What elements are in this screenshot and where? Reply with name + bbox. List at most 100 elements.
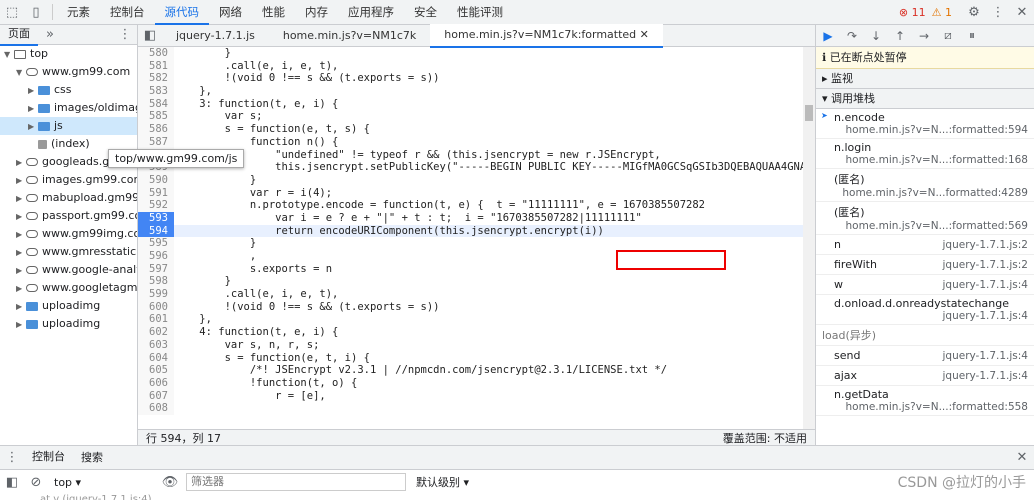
line-number[interactable]: 603 [138, 338, 174, 352]
tab-memory[interactable]: 内存 [295, 0, 338, 25]
code-line[interactable]: 595 } [138, 237, 815, 251]
error-count[interactable]: ⊗ 11 [899, 6, 926, 19]
gear-icon[interactable]: ⚙ [962, 1, 986, 25]
eye-icon[interactable]: 👁 [158, 470, 182, 494]
clear-console-icon[interactable]: ⊘ [24, 470, 48, 494]
expand-triangle-icon[interactable]: ▼ [4, 46, 14, 63]
line-number[interactable]: 582 [138, 72, 174, 86]
line-number[interactable]: 598 [138, 275, 174, 289]
frame-location[interactable]: jquery-1.7.1.js:2 [943, 239, 1029, 251]
line-number[interactable]: 597 [138, 262, 174, 276]
close-tab-icon[interactable]: ✕ [640, 28, 649, 41]
tab-sources[interactable]: 源代码 [154, 0, 209, 25]
line-number[interactable]: 605 [138, 364, 174, 377]
expand-triangle-icon[interactable]: ▶ [28, 82, 38, 99]
tree-item[interactable]: ▶ www.google-analyt [0, 261, 137, 279]
line-number[interactable]: 606 [138, 376, 174, 390]
line-number[interactable]: 608 [138, 402, 174, 415]
frame-location[interactable]: home.min.js?v=N...:formatted:594 [834, 124, 1028, 136]
code-line[interactable]: 594 return encodeURIComponent(this.jsenc… [138, 224, 815, 238]
drawer-menu-icon[interactable]: ⋮ [0, 446, 24, 470]
line-number[interactable]: 580 [138, 47, 174, 60]
code-line[interactable]: 591 var r = i(4); [138, 186, 815, 200]
callstack-section[interactable]: ▾ 调用堆栈 [816, 89, 1034, 109]
code-line[interactable]: 586 s = function(e, t, s) { [138, 123, 815, 136]
tab-lighthouse[interactable]: 性能评测 [447, 0, 513, 25]
tab-console[interactable]: 控制台 [100, 0, 155, 25]
scroll-thumb[interactable] [805, 105, 813, 121]
line-number[interactable]: 591 [138, 186, 174, 200]
expand-triangle-icon[interactable]: ▶ [16, 262, 26, 279]
frame-location[interactable]: home.min.js?v=N...formatted:4289 [834, 187, 1028, 199]
frame-location[interactable]: jquery-1.7.1.js:2 [943, 259, 1029, 271]
step-icon[interactable]: → [912, 29, 936, 43]
frame-location[interactable]: jquery-1.7.1.js:4 [943, 350, 1029, 362]
code-line[interactable]: 590 } [138, 173, 815, 187]
callstack-frame[interactable]: send jquery-1.7.1.js:4 [816, 346, 1034, 366]
expand-triangle-icon[interactable]: ▶ [16, 280, 26, 297]
tree-item[interactable]: ▶ css [0, 81, 137, 99]
code-lines[interactable]: 580 } 581 .call(e, i, e, t), 582 !(void 0 … [138, 47, 815, 429]
line-number[interactable]: 586 [138, 123, 174, 136]
code-line[interactable]: 593 var i = e ? e + "|" + t : t; i = "16… [138, 211, 815, 225]
callstack-frame[interactable]: ajax jquery-1.7.1.js:4 [816, 366, 1034, 386]
callstack-frame[interactable]: n.getData home.min.js?v=N...:formatted:55… [816, 386, 1034, 416]
step-into-icon[interactable]: ↓ [864, 29, 888, 43]
resume-icon[interactable]: ▶ [816, 29, 840, 43]
code-line[interactable]: 585 var s; [138, 110, 815, 124]
more-options-icon[interactable]: ⋮ [986, 1, 1010, 25]
toggle-navigator-icon[interactable]: ◧ [138, 24, 162, 48]
tab-security[interactable]: 安全 [404, 0, 447, 25]
callstack-frame[interactable]: (匿名) home.min.js?v=N...:formatted:569 [816, 202, 1034, 235]
expand-triangle-icon[interactable]: ▶ [16, 154, 26, 171]
tab-application[interactable]: 应用程序 [338, 0, 404, 25]
line-number[interactable]: 592 [138, 199, 174, 212]
expand-triangle-icon[interactable]: ▶ [16, 172, 26, 189]
filter-input[interactable] [186, 473, 406, 491]
pause-on-exceptions-icon[interactable]: ⏸ [960, 28, 984, 43]
frame-location[interactable]: jquery-1.7.1.js:4 [943, 370, 1029, 382]
callstack-frame[interactable]: n jquery-1.7.1.js:2 [816, 235, 1034, 255]
code-line[interactable]: 580 } [138, 47, 815, 60]
frame-location[interactable]: home.min.js?v=N...:formatted:558 [834, 401, 1028, 413]
code-line[interactable]: 583 }, [138, 85, 815, 98]
tab-elements[interactable]: 元素 [57, 0, 100, 25]
line-number[interactable]: 599 [138, 288, 174, 301]
expand-triangle-icon[interactable]: ▶ [16, 226, 26, 243]
code-line[interactable]: 599 .call(e, i, e, t), [138, 288, 815, 301]
tree-item[interactable]: ▶ passport.gm99.com [0, 207, 137, 225]
tree-item[interactable]: ▶ images/oldimage [0, 99, 137, 117]
tree-item[interactable]: ▶ mabupload.gm99.c [0, 189, 137, 207]
expand-triangle-icon[interactable]: ▶ [16, 244, 26, 261]
code-line[interactable]: 584 3: function(t, e, i) { [138, 97, 815, 111]
line-number[interactable]: 584 [138, 97, 174, 111]
callstack-frame[interactable]: d.onload.d.onreadystatechange jquery-1.7.… [816, 295, 1034, 325]
tree-item[interactable]: ▶ js [0, 117, 137, 135]
code-line[interactable]: 598 } [138, 275, 815, 289]
line-number[interactable]: 587 [138, 135, 174, 149]
tree-item[interactable]: ▶ uploadimg [0, 297, 137, 315]
more-options-icon[interactable]: ⋮ [113, 23, 137, 47]
frame-location[interactable]: home.min.js?v=N...:formatted:168 [834, 154, 1028, 166]
code-line[interactable]: 605 /*! JSEncrypt v2.3.1 | //npmcdn.com/… [138, 364, 815, 377]
tree-item[interactable]: ▶ www.googletagma [0, 279, 137, 297]
warning-count[interactable]: ⚠ 1 [932, 6, 952, 19]
editor-tab-active[interactable]: home.min.js?v=NM1c7k:formatted ✕ [430, 23, 663, 48]
tree-item[interactable]: ▶ images.gm99.com [0, 171, 137, 189]
callstack-frame[interactable]: n.encodehome.min.js?v=N...:formatted:594 [816, 109, 1034, 139]
editor-tab[interactable]: jquery-1.7.1.js [162, 25, 269, 47]
watch-section[interactable]: ▸ 监视 [816, 69, 1034, 89]
tab-performance[interactable]: 性能 [252, 0, 295, 25]
callstack-frame[interactable]: n.login home.min.js?v=N...:formatted:168 [816, 139, 1034, 169]
line-number[interactable]: 604 [138, 351, 174, 365]
line-number[interactable]: 590 [138, 173, 174, 187]
expand-triangle-icon[interactable]: ▼ [16, 64, 26, 81]
line-number[interactable]: 595 [138, 237, 174, 251]
code-line[interactable]: 601 }, [138, 313, 815, 327]
code-line[interactable]: 608 [138, 402, 815, 415]
line-number[interactable]: 596 [138, 250, 174, 263]
code-line[interactable]: 581 .call(e, i, e, t), [138, 59, 815, 73]
line-number[interactable]: 607 [138, 389, 174, 403]
close-icon[interactable]: ✕ [1010, 1, 1034, 25]
close-drawer-icon[interactable]: ✕ [1010, 446, 1034, 470]
